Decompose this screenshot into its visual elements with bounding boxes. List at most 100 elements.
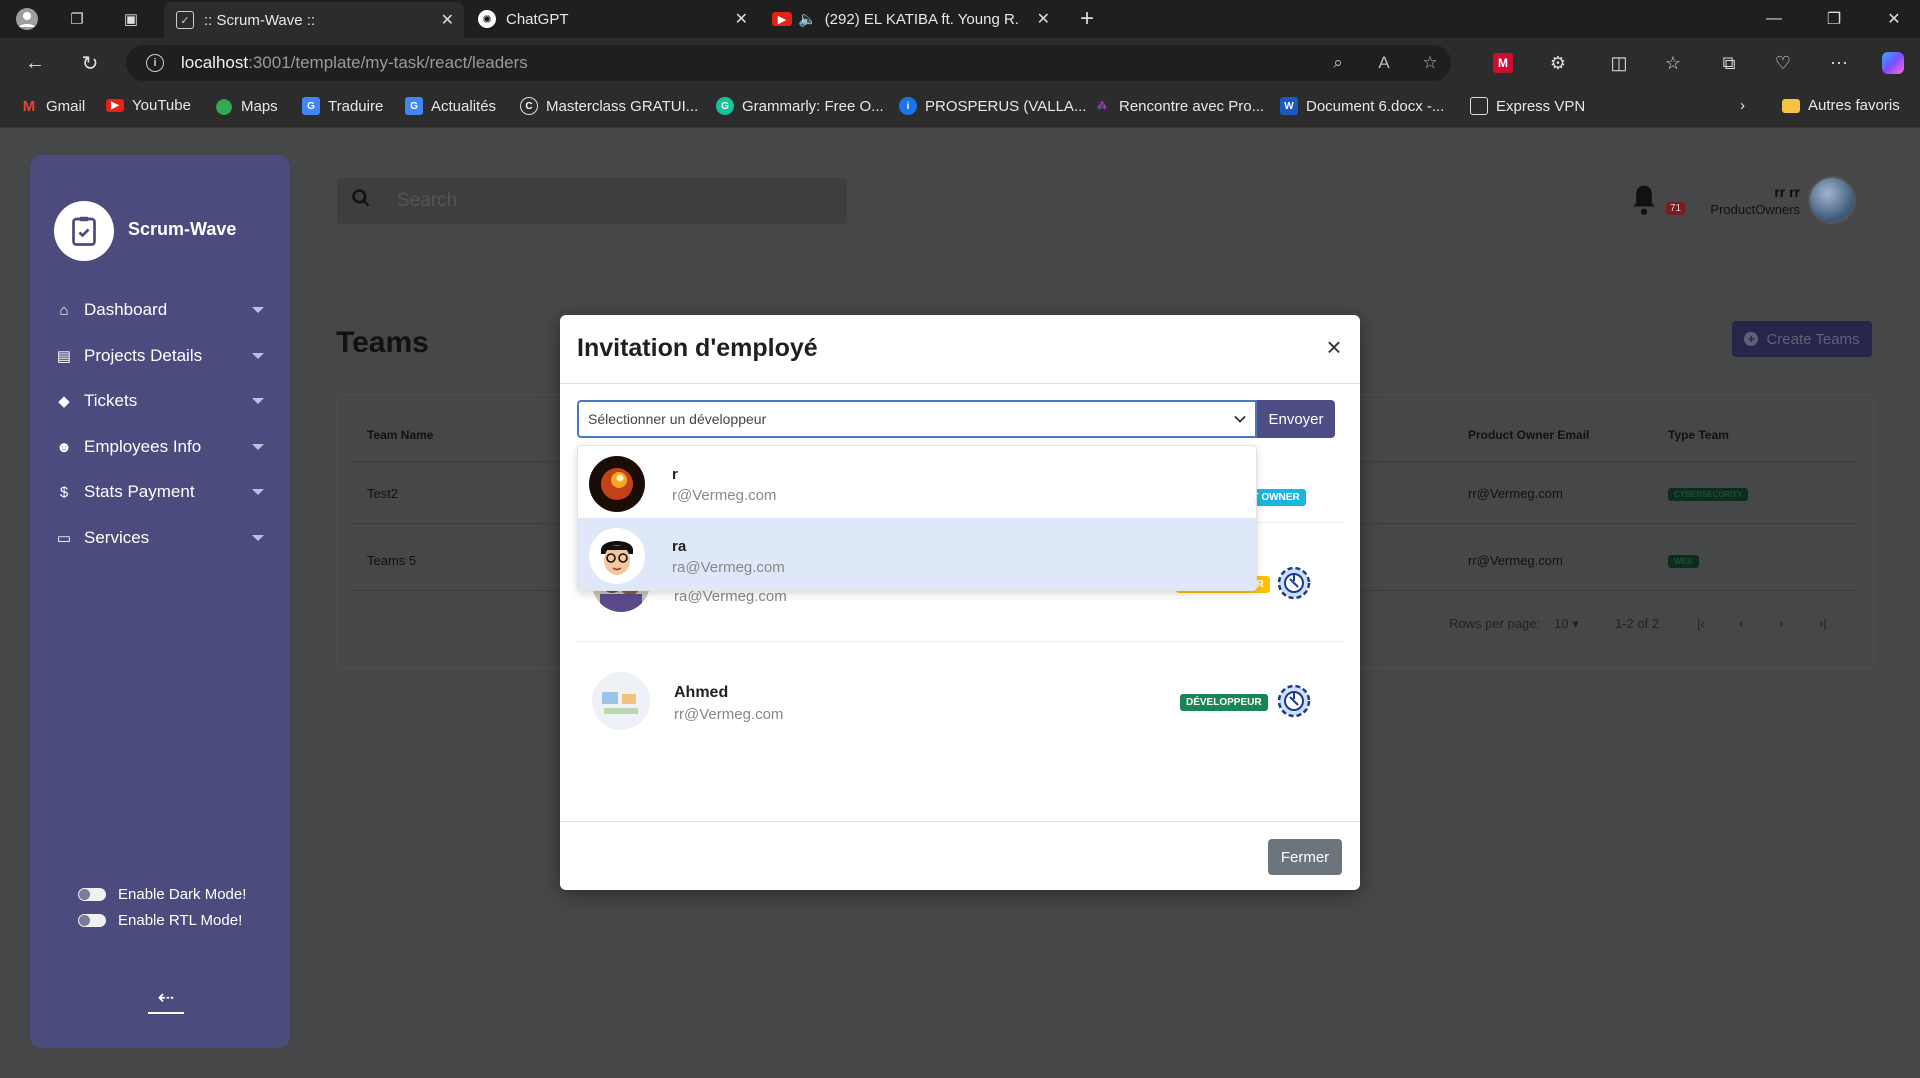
tab-title: (292) EL KATIBA ft. Young R.: [824, 10, 1019, 28]
divider: [560, 383, 1360, 384]
bookmark-expressvpn[interactable]: Express VPN: [1470, 97, 1585, 115]
youtube-icon: ▶: [106, 99, 124, 112]
option-email: ra@Vermeg.com: [672, 559, 785, 576]
bookmark-rencontre[interactable]: ⁂ Rencontre avec Pro...: [1093, 97, 1264, 115]
bookmarks-overflow-icon[interactable]: ›: [1740, 97, 1745, 114]
speaker-icon[interactable]: 🔈: [798, 10, 817, 28]
bookmark-label: Masterclass GRATUI...: [546, 97, 699, 115]
bookmark-label: Autres favoris: [1808, 97, 1900, 114]
browser-address-bar: ← ↻ i localhost:3001/template/my-task/re…: [0, 38, 1920, 88]
member-row: Ahmed rr@Vermeg.com DÉVELOPPEUR: [577, 642, 1343, 760]
option-name: ra: [672, 538, 687, 555]
grammarly-icon: G: [716, 97, 734, 115]
zoom-icon[interactable]: ⌕: [1324, 49, 1352, 77]
manage-role-gear-icon[interactable]: [1272, 679, 1316, 723]
member-email: rr@Vermeg.com: [674, 706, 784, 723]
bookmark-other-favorites[interactable]: Autres favoris: [1782, 97, 1900, 114]
news-icon: G: [405, 97, 423, 115]
maps-pin-icon: ⬤: [215, 98, 233, 115]
bookmark-label: PROSPERUS (VALLA...: [925, 97, 1087, 115]
option-email: r@Vermeg.com: [672, 487, 777, 504]
favorite-star-icon[interactable]: ☆: [1416, 49, 1444, 77]
new-tab-icon[interactable]: +: [1074, 5, 1100, 32]
clipboard-favicon-icon: ✓: [176, 11, 194, 29]
bookmark-label: Rencontre avec Pro...: [1119, 97, 1265, 115]
dropdown-option-selected[interactable]: ra ra@Vermeg.com: [578, 518, 1256, 590]
tab-title: :: Scrum-Wave ::: [204, 11, 316, 29]
back-icon[interactable]: ←: [20, 48, 50, 78]
bookmark-youtube[interactable]: ▶ YouTube: [106, 97, 191, 114]
developer-select-value: Sélectionner un développeur: [588, 411, 767, 427]
close-modal-button[interactable]: Fermer: [1268, 839, 1342, 875]
chevron-down-icon: [1234, 411, 1246, 423]
bookmark-label: Traduire: [328, 97, 384, 115]
bookmark-prosperus[interactable]: i PROSPERUS (VALLA...: [899, 97, 1086, 115]
member-name: Ahmed: [674, 684, 729, 701]
site-info-icon[interactable]: i: [146, 54, 164, 72]
info-icon: i: [899, 97, 917, 115]
tab-scrum-wave[interactable]: ✓ :: Scrum-Wave :: ✕: [164, 2, 464, 38]
close-tab-icon[interactable]: ✕: [735, 9, 748, 29]
folder-icon: [1782, 98, 1800, 113]
bookmark-traduire[interactable]: G Traduire: [302, 97, 383, 115]
bookmark-maps[interactable]: ⬤ Maps: [215, 97, 278, 116]
close-window-icon[interactable]: ✕: [1864, 0, 1920, 38]
copilot-icon[interactable]: [1880, 50, 1906, 76]
bookmark-label: YouTube: [132, 97, 191, 114]
collections-icon[interactable]: ⧉: [1716, 50, 1742, 76]
bookmark-actualites[interactable]: G Actualités: [405, 97, 496, 115]
tab-chatgpt[interactable]: ✺ ChatGPT ✕: [466, 0, 758, 38]
bookmark-gmail[interactable]: M Gmail: [20, 97, 85, 115]
bookmark-label: Maps: [241, 97, 278, 115]
youtube-favicon-icon: ▶: [772, 12, 792, 26]
page-icon: [1470, 97, 1488, 115]
more-menu-icon[interactable]: ⋯: [1826, 50, 1852, 76]
chatgpt-favicon-icon: ✺: [478, 10, 496, 28]
manage-role-gear-icon[interactable]: [1272, 561, 1316, 605]
refresh-icon[interactable]: ↻: [75, 48, 105, 78]
url-host: localhost: [181, 53, 249, 72]
restore-icon[interactable]: ❐: [1804, 0, 1864, 38]
rencontre-icon: ⁂: [1097, 100, 1107, 112]
split-screen-icon[interactable]: ◫: [1606, 50, 1632, 76]
url-field[interactable]: i localhost:3001/template/my-task/react/…: [126, 45, 1451, 81]
url-path: :3001/template/my-task/react/leaders: [248, 53, 528, 72]
bookmark-label: Gmail: [46, 97, 86, 115]
bookmark-document[interactable]: W Document 6.docx -...: [1280, 97, 1444, 115]
developer-dropdown-menu: r r@Vermeg.com ra ra@Vermeg.com: [577, 445, 1257, 591]
translate-icon: G: [302, 97, 320, 115]
close-tab-icon[interactable]: ✕: [441, 10, 454, 30]
minimize-icon[interactable]: —: [1744, 0, 1804, 38]
tab-youtube[interactable]: ▶ 🔈 (292) EL KATIBA ft. Young R. ✕: [760, 0, 1060, 38]
bookmark-label: Grammarly: Free O...: [742, 97, 884, 115]
member-avatar: [592, 672, 650, 730]
tab-title: ChatGPT: [506, 10, 569, 28]
browser-tab-bar: ❐ ▣ ✓ :: Scrum-Wave :: ✕ ✺ ChatGPT ✕ ▶ 🔈…: [0, 0, 1920, 38]
bookmark-grammarly[interactable]: G Grammarly: Free O...: [716, 97, 884, 115]
option-avatar: [589, 456, 645, 512]
bookmark-masterclass[interactable]: C Masterclass GRATUI...: [520, 97, 698, 115]
profile-icon[interactable]: [14, 6, 40, 32]
masterclass-icon: C: [520, 97, 538, 115]
bookmark-label: Document 6.docx -...: [1306, 97, 1445, 115]
send-invite-button[interactable]: Envoyer: [1257, 400, 1335, 438]
favorites-icon[interactable]: ☆: [1660, 50, 1686, 76]
bookmark-label: Actualités: [431, 97, 497, 115]
vertical-tabs-icon[interactable]: ▣: [118, 6, 144, 32]
role-badge: DÉVELOPPEUR: [1180, 694, 1268, 711]
workspaces-icon[interactable]: ❐: [64, 6, 90, 32]
invitation-modal: Invitation d'employé × Sélectionner un d…: [560, 315, 1360, 890]
bookmarks-bar: M Gmail ▶ YouTube ⬤ Maps G Traduire G Actuali…: [0, 88, 1920, 128]
divider: [560, 821, 1360, 822]
developer-select[interactable]: Sélectionner un développeur: [577, 400, 1257, 438]
extensions-icon[interactable]: ⚙: [1545, 50, 1571, 76]
close-tab-icon[interactable]: ✕: [1037, 9, 1050, 29]
close-icon[interactable]: ×: [1322, 334, 1346, 361]
option-name: r: [672, 466, 678, 483]
browser-essentials-icon[interactable]: ♡: [1770, 50, 1796, 76]
mcafee-extension-icon[interactable]: M: [1490, 50, 1516, 76]
word-icon: W: [1280, 97, 1298, 115]
gmail-icon: M: [22, 97, 36, 115]
dropdown-option[interactable]: r r@Vermeg.com: [578, 446, 1256, 518]
read-aloud-icon[interactable]: A: [1370, 49, 1398, 77]
